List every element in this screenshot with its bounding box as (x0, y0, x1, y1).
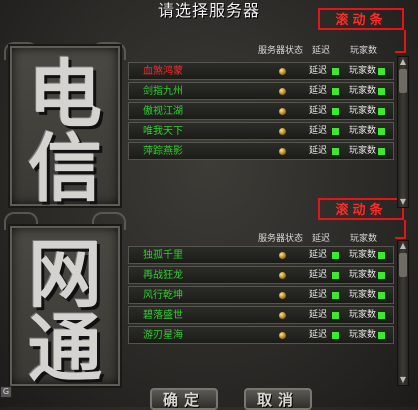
telecom-server-row-2[interactable]: 剑指九州 延迟 玩家数 (128, 82, 394, 100)
latency-indicator-icon (332, 252, 339, 259)
telecom-server-row-5[interactable]: 萍踪燕影 延迟 玩家数 (128, 142, 394, 160)
players-indicator-icon (378, 68, 385, 75)
status-indicator-icon (279, 108, 286, 115)
telecom-char-2: 信 (28, 126, 102, 212)
netcom-scroll-thumb[interactable] (399, 253, 407, 277)
status-indicator-icon (279, 68, 286, 75)
latency-indicator-icon (332, 312, 339, 319)
server-name: 碧落盛世 (143, 310, 183, 321)
netcom-server-row-2[interactable]: 再战狂龙 延迟 玩家数 (128, 266, 394, 284)
telecom-server-row-1[interactable]: 血煞鸿蒙 延迟 玩家数 (128, 62, 394, 80)
latency-indicator-icon (332, 332, 339, 339)
server-name: 傲视江湖 (143, 106, 183, 117)
latency-label: 延迟 (309, 126, 328, 136)
players-indicator-icon (378, 128, 385, 135)
server-name: 唯我天下 (143, 126, 183, 137)
scroll-down-icon[interactable]: ▼ (398, 197, 408, 207)
server-name: 游刃星海 (143, 330, 183, 341)
status-indicator-icon (279, 292, 286, 299)
server-name: 血煞鸿蒙 (143, 66, 183, 77)
players-indicator-icon (378, 108, 385, 115)
latency-indicator-icon (332, 88, 339, 95)
players-label: 玩家数 (349, 86, 377, 96)
latency-label: 延迟 (309, 66, 328, 76)
telecom-header-latency: 延迟 (312, 46, 331, 56)
latency-label: 延迟 (309, 146, 328, 156)
players-label: 玩家数 (349, 66, 377, 76)
telecom-server-row-4[interactable]: 唯我天下 延迟 玩家数 (128, 122, 394, 140)
annotation-arrow-bottom-v (404, 220, 406, 238)
annotation-arrow-top-v (404, 30, 406, 52)
server-name: 风行乾坤 (143, 290, 183, 301)
scrollbar-annotation-bottom: 滚动条 (318, 198, 404, 220)
players-indicator-icon (378, 312, 385, 319)
players-label: 玩家数 (349, 146, 377, 156)
latency-label: 延迟 (309, 250, 328, 260)
netcom-header-players: 玩家数 (350, 234, 378, 244)
latency-label: 延迟 (309, 270, 328, 280)
latency-label: 延迟 (309, 106, 328, 116)
latency-indicator-icon (332, 128, 339, 135)
netcom-header-status: 服务器状态 (258, 234, 304, 244)
latency-indicator-icon (332, 68, 339, 75)
latency-label: 延迟 (309, 290, 328, 300)
netcom-server-row-1[interactable]: 独孤千里 延迟 玩家数 (128, 246, 394, 264)
telecom-header-players: 玩家数 (350, 46, 378, 56)
status-indicator-icon (279, 88, 286, 95)
players-indicator-icon (378, 148, 385, 155)
netcom-label-panel: 网 通 (8, 224, 122, 392)
scroll-up-icon[interactable]: ▲ (398, 241, 408, 251)
status-indicator-icon (279, 272, 286, 279)
latency-label: 延迟 (309, 86, 328, 96)
latency-indicator-icon (332, 272, 339, 279)
scrollbar-annotation-top: 滚动条 (318, 8, 404, 30)
server-name: 剑指九州 (143, 86, 183, 97)
players-indicator-icon (378, 88, 385, 95)
telecom-scrollbar[interactable]: ▲ ▼ (397, 56, 409, 208)
server-name: 再战狂龙 (143, 270, 183, 281)
telecom-server-row-3[interactable]: 傲视江湖 延迟 玩家数 (128, 102, 394, 120)
players-label: 玩家数 (349, 310, 377, 320)
server-name: 萍踪燕影 (143, 146, 183, 157)
telecom-header-status: 服务器状态 (258, 46, 304, 56)
netcom-server-row-5[interactable]: 游刃星海 延迟 玩家数 (128, 326, 394, 344)
telecom-server-list: 服务器状态 延迟 玩家数 血煞鸿蒙 延迟 玩家数 剑指九州 延迟 玩家数 傲视江… (128, 44, 398, 164)
latency-indicator-icon (332, 292, 339, 299)
players-label: 玩家数 (349, 330, 377, 340)
players-label: 玩家数 (349, 270, 377, 280)
players-indicator-icon (378, 292, 385, 299)
players-label: 玩家数 (349, 250, 377, 260)
status-indicator-icon (279, 312, 286, 319)
status-indicator-icon (279, 252, 286, 259)
netcom-server-list: 服务器状态 延迟 玩家数 独孤千里 延迟 玩家数 再战狂龙 延迟 玩家数 风行乾… (128, 232, 398, 352)
telecom-scroll-thumb[interactable] (399, 69, 407, 93)
scroll-down-icon[interactable]: ▼ (398, 375, 408, 385)
netcom-server-row-3[interactable]: 风行乾坤 延迟 玩家数 (128, 286, 394, 304)
netcom-header-latency: 延迟 (312, 234, 331, 244)
players-indicator-icon (378, 272, 385, 279)
players-indicator-icon (378, 332, 385, 339)
status-indicator-icon (279, 128, 286, 135)
status-indicator-icon (279, 148, 286, 155)
server-name: 独孤千里 (143, 250, 183, 261)
scroll-up-icon[interactable]: ▲ (398, 57, 408, 67)
netcom-char-2: 通 (28, 306, 102, 392)
players-label: 玩家数 (349, 290, 377, 300)
telecom-label-panel: 电 信 (8, 44, 122, 212)
latency-indicator-icon (332, 108, 339, 115)
latency-label: 延迟 (309, 330, 328, 340)
corner-g-icon[interactable]: G (0, 386, 12, 398)
latency-label: 延迟 (309, 310, 328, 320)
netcom-server-row-4[interactable]: 碧落盛世 延迟 玩家数 (128, 306, 394, 324)
players-label: 玩家数 (349, 106, 377, 116)
latency-indicator-icon (332, 148, 339, 155)
players-indicator-icon (378, 252, 385, 259)
status-indicator-icon (279, 332, 286, 339)
players-label: 玩家数 (349, 126, 377, 136)
netcom-scrollbar[interactable]: ▲ ▼ (397, 240, 409, 386)
